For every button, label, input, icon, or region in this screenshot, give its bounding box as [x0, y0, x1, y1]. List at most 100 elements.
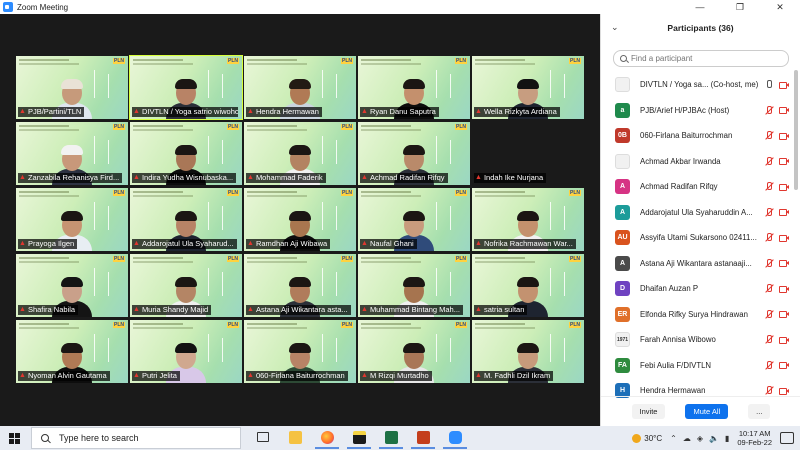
taskbar-search-box[interactable]: Type here to search	[31, 427, 241, 449]
mic-muted-icon[interactable]	[764, 258, 773, 268]
participant-row[interactable]: D Dhaifan Auzan P	[601, 276, 793, 302]
battery-icon[interactable]: ▮	[725, 434, 729, 443]
wind-turbine-icon	[450, 74, 451, 98]
invite-button[interactable]: Invite	[631, 404, 666, 419]
start-button[interactable]	[0, 426, 28, 450]
participant-row[interactable]: a PJB/Arief H/PJBAc (Host)	[601, 98, 793, 124]
system-clock[interactable]: 10:17 AM 09-Feb-22	[737, 429, 772, 447]
mic-muted-icon[interactable]	[764, 182, 773, 191]
video-off-icon[interactable]	[779, 132, 789, 140]
participant-hair	[61, 145, 83, 155]
mic-muted-icon[interactable]	[764, 309, 773, 319]
video-tile[interactable]: PLN ▲ Shafira Nabila	[16, 254, 128, 317]
participant-row[interactable]: A Addarojatul Ula Syaharuddin A...	[601, 200, 793, 226]
video-tile[interactable]: PLN ▲ satria sultan	[472, 254, 584, 317]
video-off-icon[interactable]	[779, 157, 789, 166]
firefox-button[interactable]	[315, 427, 339, 449]
mic-muted-icon[interactable]	[764, 335, 773, 344]
video-off-icon[interactable]	[779, 361, 789, 370]
video-tile[interactable]: PLN ▲ DIVTLN / Yoga satrio wiwoho	[129, 55, 243, 120]
video-off-icon[interactable]	[779, 183, 789, 191]
participant-list-scrollbar[interactable]	[794, 70, 798, 190]
powerpoint-button[interactable]	[411, 427, 435, 449]
video-tile[interactable]: PLN ▲ Nofrika Rachmawan War...	[472, 188, 584, 251]
participant-row[interactable]: AU Assyifa Utami Sukarsono 02411...	[601, 225, 793, 251]
mic-muted-icon[interactable]	[764, 105, 773, 115]
video-tile[interactable]: ▲ Indah Ike Nurjana	[472, 122, 584, 185]
video-off-icon[interactable]	[779, 285, 789, 293]
participant-row[interactable]: ER Elfonda Rifky Surya Hindrawan	[601, 302, 793, 328]
participant-row[interactable]: A Astana Aji Wikantara astanaaji...	[601, 251, 793, 277]
video-off-icon[interactable]	[779, 387, 789, 395]
background-subheader-text	[475, 63, 535, 65]
video-tile[interactable]: PLN ▲ Prayoga Ilgen	[16, 188, 128, 251]
participant-row[interactable]: 0B 060-Firlana Baiturrochman	[601, 123, 793, 149]
close-button[interactable]: ✕	[760, 0, 800, 14]
participant-row[interactable]: A Achmad Radifan Rifqy	[601, 174, 793, 200]
participant-search[interactable]	[613, 50, 789, 67]
video-tile[interactable]: PLN ▲ Nyoman Alvin Gautama	[16, 320, 128, 383]
mute-all-button[interactable]: Mute All	[685, 404, 729, 419]
excel-button[interactable]	[379, 427, 403, 449]
mic-muted-icon[interactable]	[764, 131, 773, 140]
video-tile[interactable]: PLN ▲ Putri Jelita	[130, 320, 242, 383]
participant-name: Nyoman Alvin Gautama	[27, 371, 107, 380]
restore-button[interactable]: ❐	[720, 0, 760, 14]
video-tile[interactable]: PLN ▲ Achmad Radifan Rifqy	[358, 122, 470, 185]
participant-name: M Rizqi Murtadho	[369, 371, 429, 380]
video-off-icon[interactable]	[779, 208, 789, 217]
video-off-icon[interactable]	[779, 106, 789, 115]
chevron-up-icon[interactable]: ⌃	[670, 434, 677, 443]
video-tile[interactable]: PLN ▲ M. Fadhli Dzil Ikram	[472, 320, 584, 383]
background-header-text	[247, 59, 297, 61]
task-view-button[interactable]	[251, 427, 275, 449]
cloud-icon[interactable]: ☁	[683, 434, 691, 443]
participant-name: Prayoga Ilgen	[27, 239, 75, 248]
minimize-button[interactable]: —	[680, 0, 720, 14]
mic-muted-icon[interactable]	[764, 233, 773, 242]
participant-name: 060-Firlana Baiturrochman	[640, 131, 733, 141]
video-off-icon[interactable]	[779, 310, 789, 319]
mic-muted-icon[interactable]	[764, 284, 773, 293]
video-off-icon[interactable]	[779, 234, 789, 242]
video-tile[interactable]: PLN ▲ Wella Rizkyta Ardiana	[472, 56, 584, 119]
volume-icon[interactable]: 🔈	[709, 434, 719, 443]
more-options-button[interactable]: ...	[748, 404, 771, 419]
mic-muted-icon[interactable]	[764, 156, 773, 166]
mic-muted-icon[interactable]	[764, 207, 773, 217]
video-tile[interactable]: PLN ▲ Indira Yudha Wisnubaska...	[130, 122, 242, 185]
mic-muted-icon[interactable]	[764, 386, 773, 395]
participant-search-input[interactable]	[631, 54, 781, 63]
participant-row[interactable]: 1971 Farah Annisa Wibowo	[601, 327, 793, 353]
weather-widget[interactable]: 30°C	[632, 433, 662, 443]
mic-muted-icon[interactable]	[764, 360, 773, 370]
video-tile[interactable]: PLN ▲ Hendra Hermawan	[244, 56, 356, 119]
sticky-notes-button[interactable]	[347, 427, 371, 449]
mic-muted-icon: ▲	[247, 240, 254, 247]
video-off-icon[interactable]	[779, 336, 789, 344]
video-tile[interactable]: PLN ▲ Astana Aji Wikantara asta...	[244, 254, 356, 317]
video-tile[interactable]: PLN ▲ PJB/Partini/TLN	[16, 56, 128, 119]
participant-row[interactable]: DIVTLN / Yoga sa... (Co-host, me)	[601, 72, 793, 98]
video-tile[interactable]: PLN ▲ Naufal Ghani	[358, 188, 470, 251]
avatar: ER	[615, 306, 630, 322]
zoom-button[interactable]	[443, 427, 467, 449]
video-tile[interactable]: PLN ▲ Ryan Danu Saputra	[358, 56, 470, 119]
video-tile[interactable]: PLN ▲ Mohammad Faderik	[244, 122, 356, 185]
video-off-icon[interactable]	[779, 259, 789, 268]
video-tile[interactable]: PLN ▲ Muria Shandy Majid	[130, 254, 242, 317]
mic-icon[interactable]	[764, 80, 773, 89]
video-off-icon[interactable]	[779, 81, 789, 89]
video-tile[interactable]: PLN ▲ 060-Firlana Baiturrochman	[244, 320, 356, 383]
file-explorer-button[interactable]	[283, 427, 307, 449]
video-tile[interactable]: PLN ▲ Zanzabila Rehanisya Fird...	[16, 122, 128, 185]
video-tile[interactable]: PLN ▲ Ramdhan Aji Wibawa	[244, 188, 356, 251]
network-icon[interactable]: ◈	[697, 434, 703, 443]
avatar-initials: A	[619, 259, 626, 267]
video-tile[interactable]: PLN ▲ M Rizqi Murtadho	[358, 320, 470, 383]
participant-row[interactable]: Achmad Akbar Irwanda	[601, 149, 793, 175]
participant-row[interactable]: FA Febi Aulia F/DIVTLN	[601, 353, 793, 379]
notification-icon[interactable]	[780, 432, 794, 444]
video-tile[interactable]: PLN ▲ Muhammad Bintang Mah...	[358, 254, 470, 317]
video-tile[interactable]: PLN ▲ Addarojatul Ula Syaharud...	[130, 188, 242, 251]
